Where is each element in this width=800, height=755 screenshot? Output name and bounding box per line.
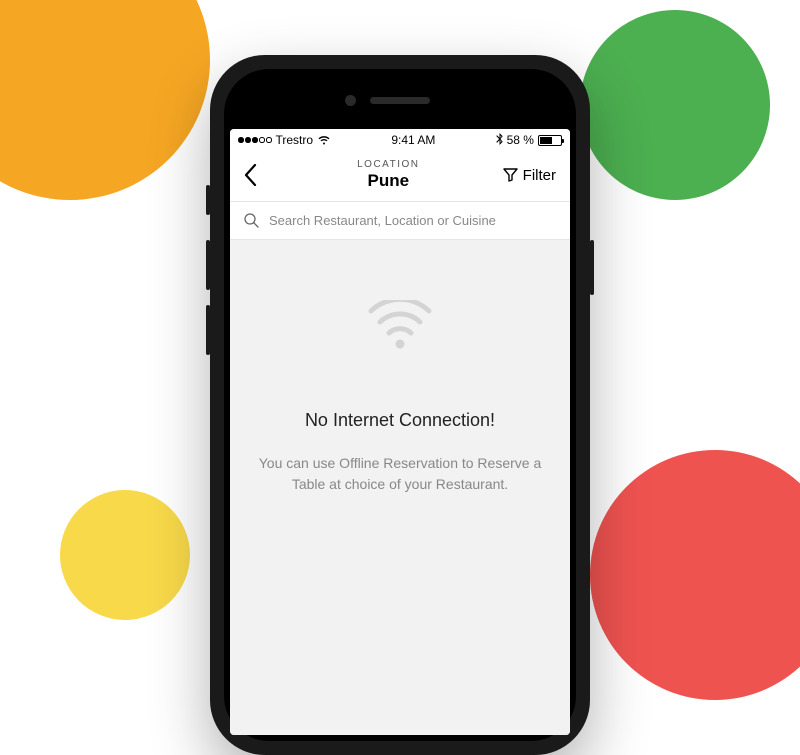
phone-camera: [345, 95, 356, 106]
back-button[interactable]: [244, 164, 274, 186]
empty-state-message: You can use Offline Reservation to Reser…: [230, 453, 570, 495]
battery-icon: [538, 135, 562, 146]
phone-volume-up: [206, 240, 210, 290]
chevron-left-icon: [244, 164, 257, 186]
search-icon: [244, 213, 259, 228]
empty-state: No Internet Connection! You can use Offl…: [230, 240, 570, 735]
search-input[interactable]: [269, 213, 556, 228]
filter-label: Filter: [523, 167, 556, 184]
empty-state-title: No Internet Connection!: [305, 410, 495, 431]
nav-label: LOCATION: [274, 159, 503, 170]
phone-volume-down: [206, 305, 210, 355]
no-wifi-icon: [366, 300, 434, 355]
phone-speaker: [370, 97, 430, 104]
status-time: 9:41 AM: [391, 133, 435, 147]
filter-button[interactable]: Filter: [503, 167, 556, 184]
app-screen: Trestro 9:41 AM 58 %: [230, 129, 570, 735]
battery-pct-label: 58 %: [507, 133, 534, 147]
signal-strength-icon: [238, 137, 272, 143]
wifi-icon: [317, 135, 331, 145]
bg-circle-orange: [0, 0, 210, 200]
phone-frame: Trestro 9:41 AM 58 %: [210, 55, 590, 755]
status-bar: Trestro 9:41 AM 58 %: [230, 129, 570, 151]
carrier-label: Trestro: [276, 133, 314, 147]
location-selector[interactable]: LOCATION Pune: [274, 159, 503, 191]
phone-mute-switch: [206, 185, 210, 215]
nav-header: LOCATION Pune Filter: [230, 151, 570, 202]
nav-title: Pune: [274, 171, 503, 191]
bluetooth-icon: [496, 133, 503, 148]
filter-icon: [503, 168, 518, 182]
phone-power-button: [590, 240, 594, 295]
bg-circle-red: [590, 450, 800, 700]
search-bar[interactable]: [230, 202, 570, 240]
bg-circle-yellow: [60, 490, 190, 620]
bg-circle-green: [580, 10, 770, 200]
